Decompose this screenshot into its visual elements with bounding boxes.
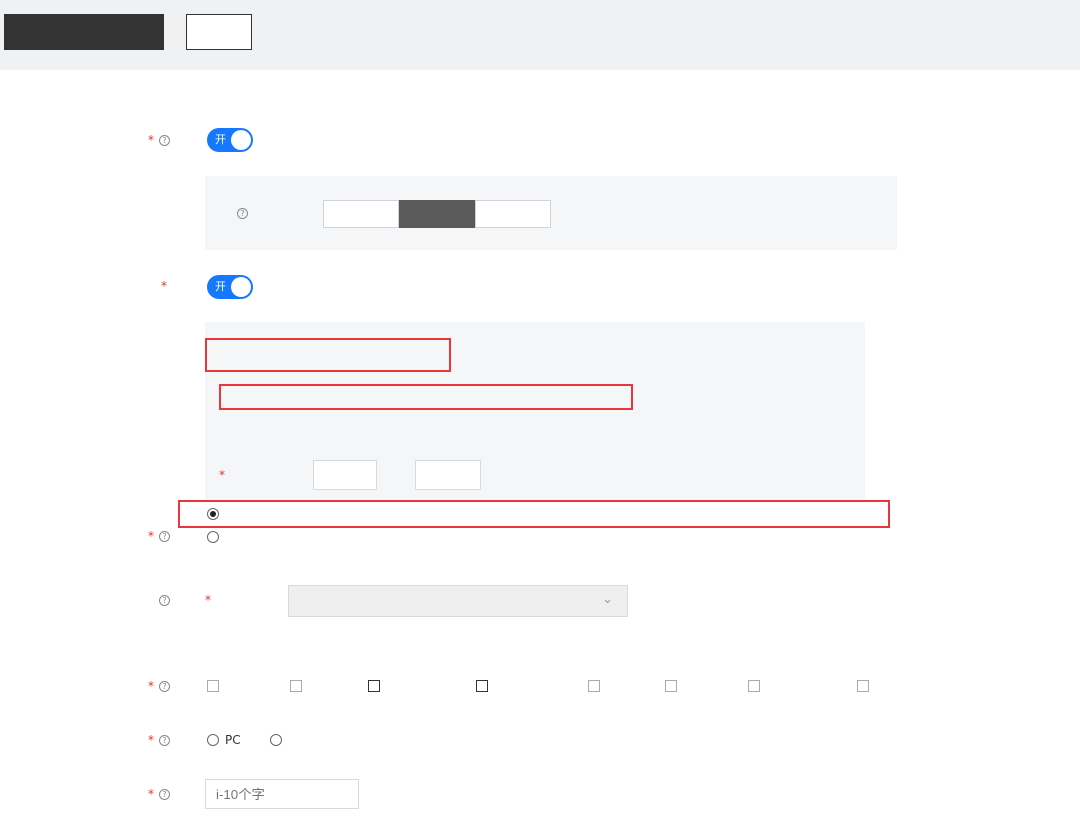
toolbar (0, 0, 1080, 70)
radio-option-2[interactable] (207, 531, 219, 543)
rule-panel: * (205, 322, 865, 502)
range-label: * (219, 467, 305, 483)
primary-button[interactable] (4, 14, 164, 50)
help-icon[interactable]: ? (159, 595, 170, 606)
required-mark: * (148, 733, 154, 747)
method-panel: ? (205, 176, 897, 250)
select-sub-label: * (205, 592, 280, 608)
required-mark: * (148, 787, 154, 801)
required-mark: * (148, 679, 154, 693)
row2-toggle[interactable]: 开 (207, 275, 253, 299)
source-checkbox-6[interactable] (665, 680, 677, 692)
highlight-box (205, 338, 451, 372)
toggle-knob (231, 130, 251, 150)
method-label: ? (235, 205, 315, 221)
help-icon[interactable]: ? (159, 531, 170, 542)
help-icon[interactable]: ? (237, 208, 248, 219)
platform-row-label: *? (80, 732, 170, 748)
help-icon[interactable]: ? (159, 735, 170, 746)
row1-toggle[interactable]: 开 (207, 128, 253, 152)
segment-option-2[interactable] (399, 200, 475, 228)
required-mark: * (161, 279, 167, 293)
source-checkbox-8[interactable] (857, 680, 869, 692)
help-icon[interactable]: ? (159, 135, 170, 146)
secondary-button[interactable] (186, 14, 252, 50)
platform-radio-pc[interactable] (207, 734, 219, 746)
checkbox-row-label: *? (80, 678, 170, 694)
source-checkbox-7[interactable] (748, 680, 760, 692)
segment-option-1[interactable] (323, 200, 399, 228)
required-mark: * (219, 468, 225, 482)
name-input[interactable] (205, 779, 359, 809)
target-select[interactable]: ⌄ (288, 585, 628, 617)
toggle-on-text: 开 (215, 133, 226, 146)
range-to-input[interactable] (415, 460, 481, 490)
help-icon[interactable]: ? (159, 789, 170, 800)
segment-option-3[interactable] (475, 200, 551, 228)
radio-group-label: *? (80, 528, 170, 544)
required-mark: * (148, 529, 154, 543)
help-icon[interactable]: ? (159, 681, 170, 692)
toggle-on-text: 开 (215, 280, 226, 293)
highlight-box (219, 384, 633, 410)
source-checkbox-5[interactable] (588, 680, 600, 692)
toggle-knob (231, 277, 251, 297)
settings-form: *? 开 ? * 开 * * ? ? * ⌄ * ? * ? PC * ? i-… (0, 70, 1080, 828)
required-mark: * (205, 593, 211, 607)
source-checkbox-4[interactable] (476, 680, 488, 692)
highlight-box (178, 500, 890, 528)
platform-radio-2[interactable] (270, 734, 282, 746)
chevron-down-icon: ⌄ (602, 592, 613, 607)
platform-radio-pc-label: PC (225, 733, 241, 747)
source-checkbox-2[interactable] (290, 680, 302, 692)
source-checkbox-3[interactable] (368, 680, 380, 692)
text-row-label: *? (80, 786, 170, 802)
row1-label: *? (80, 132, 170, 148)
range-from-input[interactable] (313, 460, 377, 490)
required-mark: * (148, 133, 154, 147)
radio-option-1[interactable] (207, 508, 219, 520)
row2-label: * (80, 278, 170, 294)
select-row-label: ? (80, 592, 170, 608)
source-checkbox-1[interactable] (207, 680, 219, 692)
